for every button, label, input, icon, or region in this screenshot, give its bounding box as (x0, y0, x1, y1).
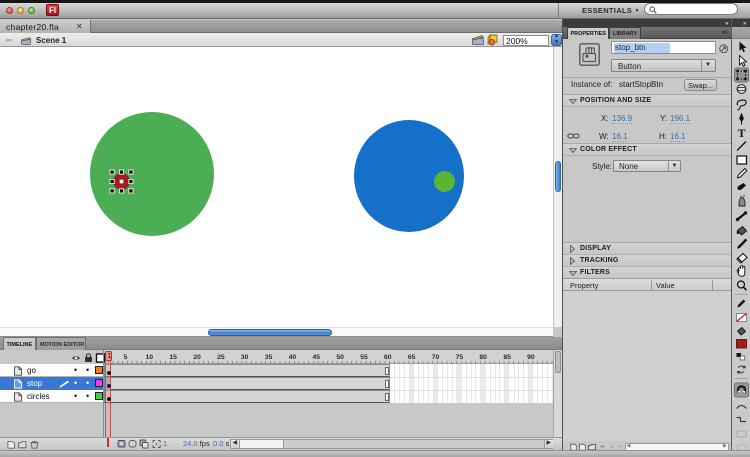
svg-text:T: T (738, 128, 746, 140)
